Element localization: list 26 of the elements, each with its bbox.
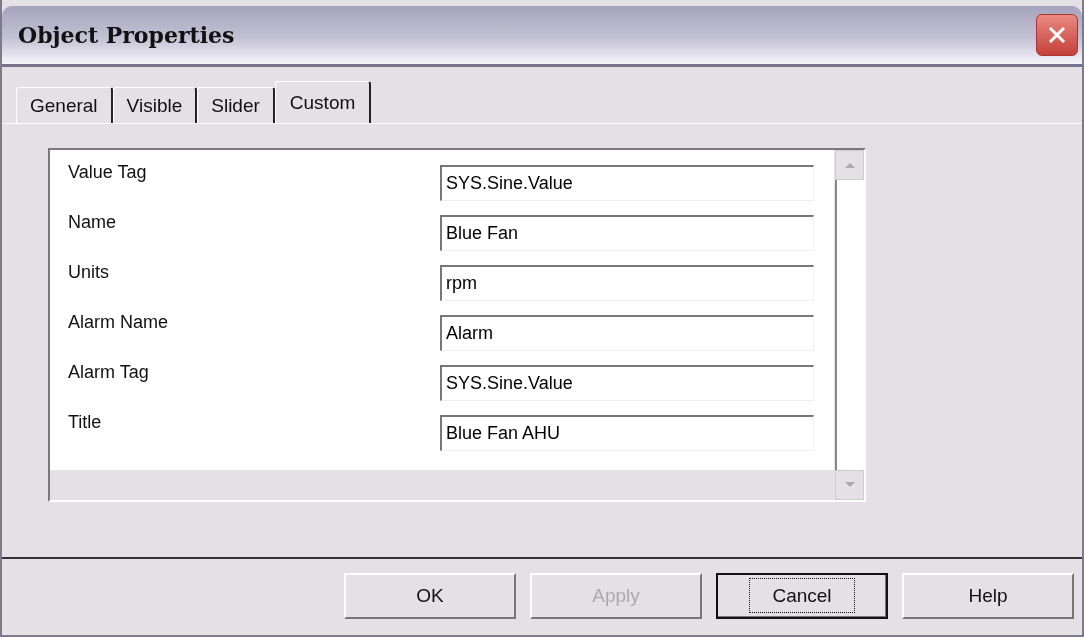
property-label: Title [68,412,103,433]
property-label: Name [68,212,117,233]
dialog-button[interactable]: Help [902,573,1074,619]
tab[interactable]: Custom [274,81,372,123]
dialog-button[interactable]: OK [344,573,516,619]
dialog-button[interactable]: Cancel [716,573,888,619]
input-field[interactable]: Blue Fan AHU [440,415,814,451]
input-field[interactable]: SYS.Sine.Value [440,365,814,401]
input-field[interactable]: SYS.Sine.Value [440,165,814,201]
close-button[interactable] [1036,14,1078,56]
property-label: Alarm Tag [68,362,150,383]
property-label: Alarm Name [68,312,170,333]
tab[interactable]: General [16,87,113,123]
window-title: Object Properties [18,22,235,48]
input-field[interactable]: Blue Fan [440,215,814,251]
up-arrow-icon [843,161,856,169]
scroll-down-button[interactable] [835,470,864,500]
down-arrow-icon [843,481,856,489]
property-label: Units [68,262,110,283]
property-label: Value Tag [68,162,148,183]
scroll-up-button[interactable] [835,150,864,180]
input-field[interactable]: Alarm [440,315,814,351]
input-field[interactable]: rpm [440,265,814,301]
tab[interactable]: Visible [112,87,198,123]
scrollbar[interactable] [834,150,864,500]
tab[interactable]: Slider [197,87,275,123]
